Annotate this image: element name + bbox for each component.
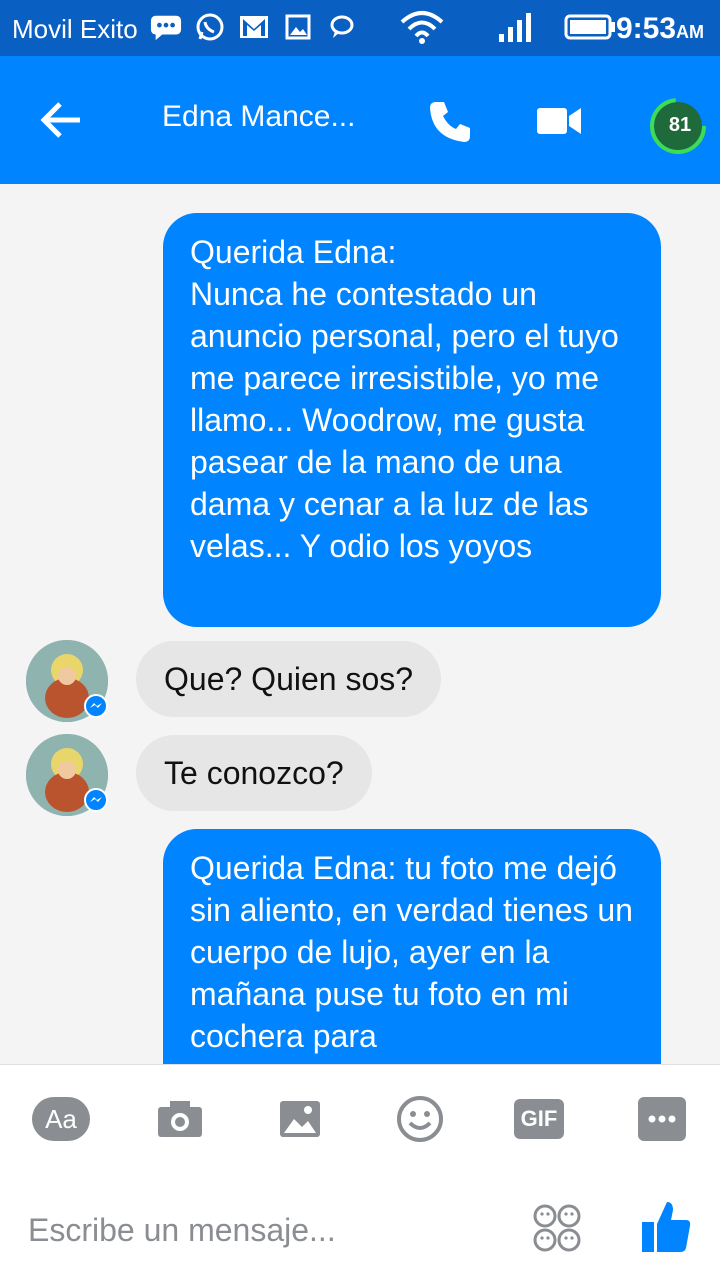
conversation-header: Edna Mance... 81 [0,56,720,184]
message-outgoing[interactable]: Querida Edna: tu foto me dejó sin alient… [163,829,661,1064]
wifi-icon [400,10,444,49]
camera-icon[interactable] [156,1095,204,1143]
emoji-icon[interactable] [396,1095,444,1143]
message-list[interactable]: Querida Edna: Nunca he contestado un anu… [0,184,720,1064]
phone-icon[interactable] [428,98,474,144]
gmail-icon [238,12,270,42]
video-camera-icon[interactable] [536,102,582,140]
contact-name[interactable]: Edna Mance... [162,100,355,134]
clock: 9:53AM [616,12,704,46]
stickers-icon[interactable] [532,1204,582,1252]
message-input[interactable]: Escribe un mensaje... [28,1208,448,1252]
chat-bubble-dots-icon [150,12,182,42]
message-outgoing[interactable]: Querida Edna: Nunca he contestado un anu… [163,213,661,627]
signal-icon [498,12,532,47]
messenger-badge-icon [84,694,108,718]
message-incoming[interactable]: Te conozco? [136,735,372,811]
whatsapp-icon [194,12,226,42]
text-format-button[interactable]: Aa [32,1097,90,1141]
status-bar: Movil Exito 9:53AM [0,0,720,56]
image-icon [282,12,314,42]
carrier-name: Movil Exito [12,14,138,44]
notification-icons [150,12,358,42]
gallery-icon[interactable] [278,1095,322,1143]
more-icon[interactable] [638,1097,686,1141]
system-icons [400,10,616,49]
gif-button[interactable]: GIF [514,1099,564,1139]
thumbs-up-icon[interactable] [640,1198,692,1254]
badge-count: 81 [668,114,692,136]
back-arrow-icon[interactable] [40,100,84,140]
message-icon [326,12,358,42]
clock-time: 9:53 [615,12,676,45]
clock-ampm: AM [676,22,704,42]
messenger-badge-icon [84,788,108,812]
battery-icon [564,14,616,45]
message-incoming[interactable]: Que? Quien sos? [136,641,442,717]
